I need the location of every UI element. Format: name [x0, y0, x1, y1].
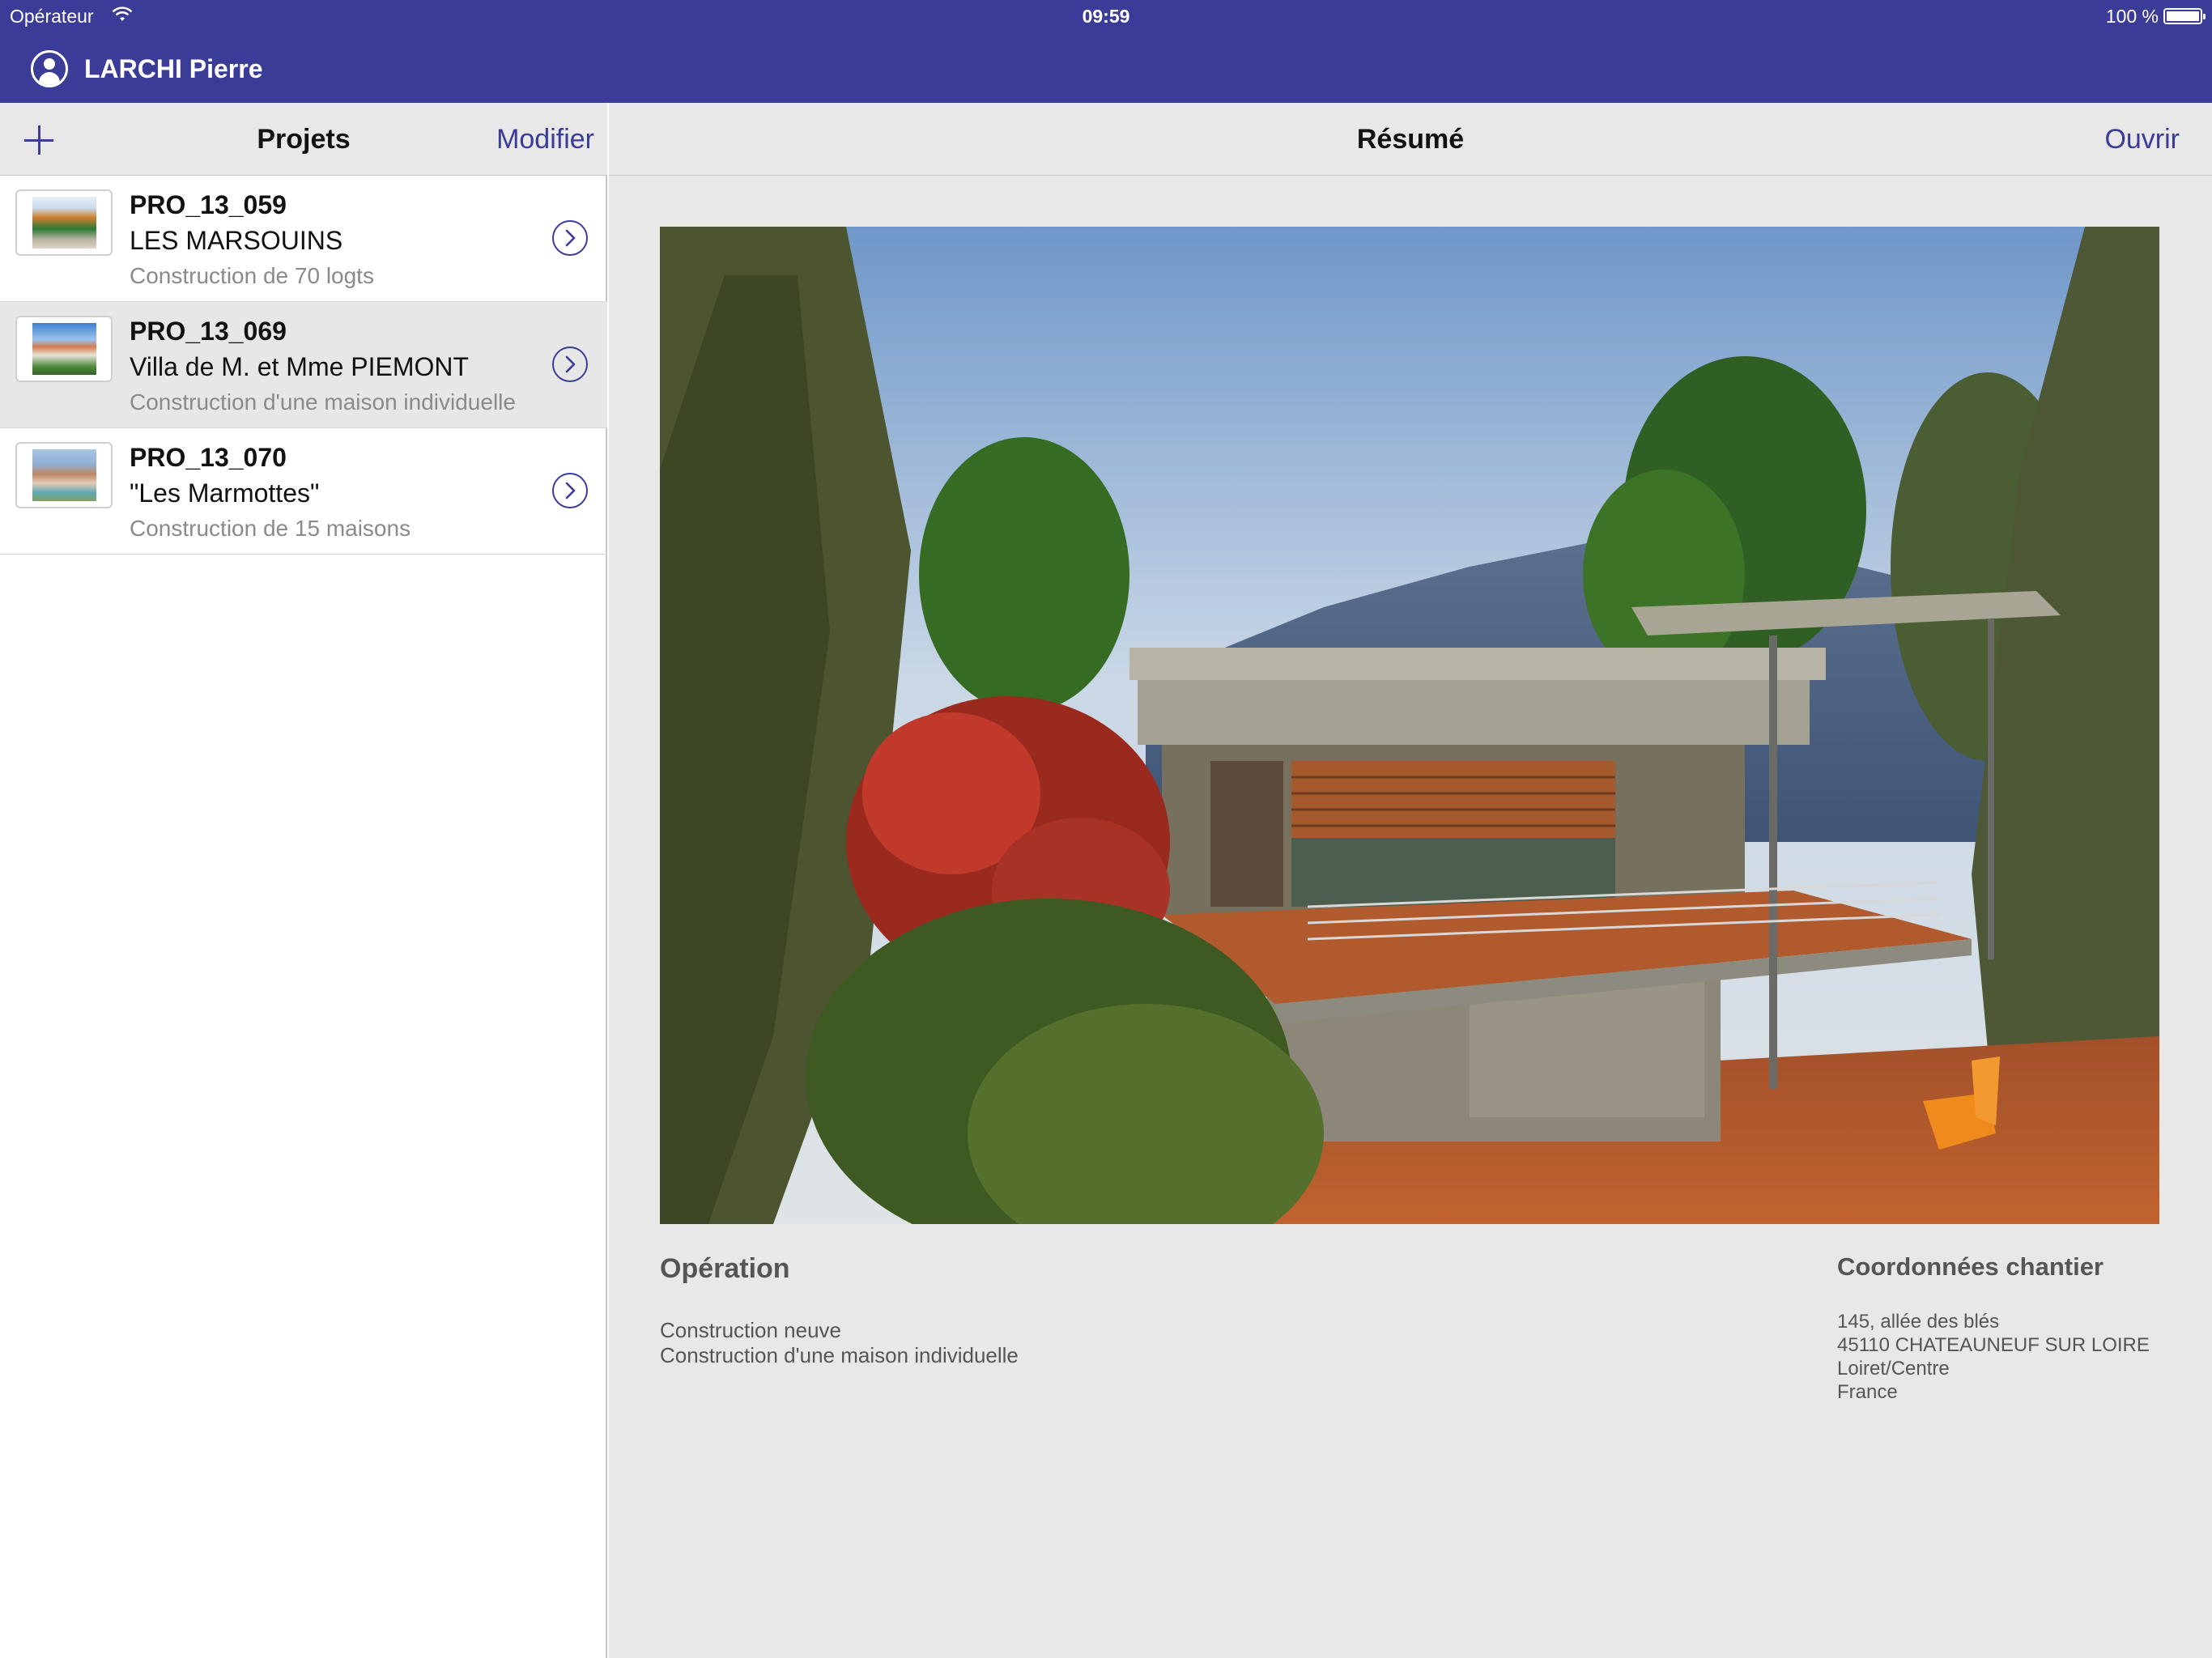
- user-icon: [31, 50, 68, 87]
- project-row[interactable]: PRO_13_059 LES MARSOUINS Construction de…: [0, 176, 607, 302]
- battery-icon: [2163, 8, 2206, 24]
- project-image: [660, 227, 2159, 1224]
- open-button[interactable]: Ouvrir: [2104, 124, 2180, 155]
- projects-navbar: Projets Modifier: [0, 103, 607, 176]
- project-name: Villa de M. et Mme PIEMONT: [130, 352, 470, 381]
- summary-navbar: Résumé Ouvrir: [609, 103, 2212, 176]
- project-code: PRO_13_070: [130, 443, 287, 472]
- projects-list: PRO_13_059 LES MARSOUINS Construction de…: [0, 176, 607, 555]
- project-row[interactable]: PRO_13_070 "Les Marmottes" Construction …: [0, 428, 607, 555]
- status-bar: Opérateur 09:59 100 %: [0, 0, 2212, 32]
- chevron-right-icon[interactable]: [552, 473, 588, 508]
- project-row[interactable]: PRO_13_069 Villa de M. et Mme PIEMONT Co…: [0, 302, 607, 428]
- project-thumbnail: [15, 316, 113, 382]
- project-name: LES MARSOUINS: [130, 226, 343, 255]
- user-name: LARCHI Pierre: [84, 53, 263, 83]
- edit-button[interactable]: Modifier: [496, 124, 594, 155]
- summary-panel: Résumé Ouvrir Opération Construction neu…: [609, 103, 2212, 1658]
- site-address-region: Loiret/Centre: [1837, 1358, 1950, 1380]
- status-time: 09:59: [1082, 6, 1130, 27]
- user-account[interactable]: LARCHI Pierre: [31, 50, 263, 87]
- battery-percent: 100 %: [2105, 6, 2159, 27]
- site-address-country: France: [1837, 1381, 1898, 1403]
- project-name: "Les Marmottes": [130, 478, 320, 508]
- project-code: PRO_13_059: [130, 190, 287, 219]
- project-thumbnail: [15, 189, 113, 256]
- project-code: PRO_13_069: [130, 317, 287, 346]
- site-address-city: 45110 CHATEAUNEUF SUR LOIRE: [1837, 1334, 2150, 1356]
- summary-title: Résumé: [1356, 124, 1465, 155]
- top-bar: Opérateur 09:59 100 % LARCHI Pierre: [0, 0, 2212, 103]
- project-description: Construction d'une maison individuelle: [130, 389, 516, 414]
- site-address-title: Coordonnées chantier: [1837, 1252, 2104, 1281]
- operation-type: Construction neuve: [660, 1318, 842, 1342]
- chevron-right-icon[interactable]: [552, 220, 588, 256]
- project-description: Construction de 70 logts: [130, 263, 374, 288]
- chevron-right-icon[interactable]: [552, 346, 588, 382]
- projects-panel: Projets Modifier PRO_13_059 LES MARSOUIN…: [0, 103, 607, 1658]
- site-address-street: 145, allée des blés: [1837, 1311, 2000, 1333]
- project-thumbnail: [15, 442, 113, 508]
- project-description: Construction de 15 maisons: [130, 516, 411, 541]
- operation-description: Construction d'une maison individuelle: [660, 1343, 1019, 1367]
- operation-title: Opération: [660, 1253, 790, 1284]
